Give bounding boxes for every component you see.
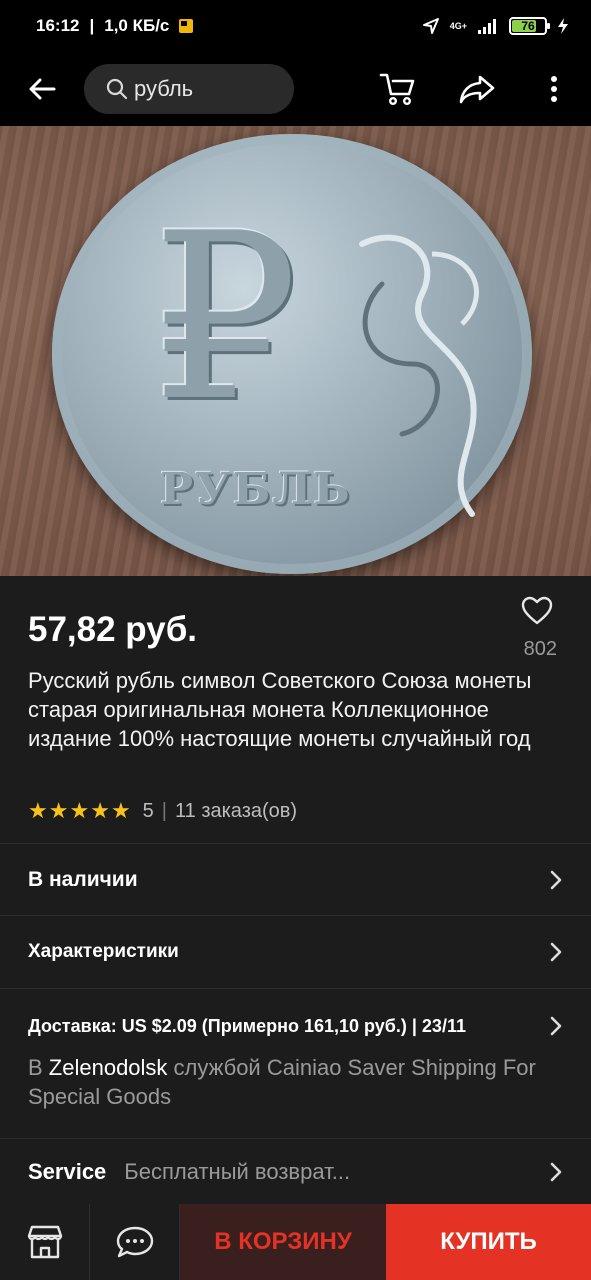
- delivery-summary: Доставка: US $2.09 (Примерно 161,10 руб.…: [28, 1015, 466, 1036]
- specs-row[interactable]: Характеристики: [0, 915, 591, 988]
- battery-level: 76: [521, 19, 535, 33]
- chat-button[interactable]: [90, 1204, 180, 1280]
- specs-label: Характеристики: [28, 941, 179, 962]
- cart-icon: [379, 73, 415, 106]
- signal-icon: [478, 19, 496, 34]
- back-button[interactable]: [0, 52, 84, 126]
- more-button[interactable]: [517, 52, 591, 126]
- status-bar: 16:12 | 1,0 КБ/с 4G+ 76: [0, 0, 591, 52]
- rating-value: 5: [142, 799, 154, 822]
- status-separator: |: [89, 16, 95, 35]
- star-icon: ★: [110, 798, 131, 823]
- product-page: 16:12 | 1,0 КБ/с 4G+ 76 рубль ₽ РУБЛЬ 57…: [0, 0, 591, 1280]
- store-icon: [27, 1225, 62, 1259]
- wishlist-count: 802: [523, 638, 557, 660]
- rating-stars: ★ ★ ★ ★ ★: [28, 798, 131, 824]
- star-icon: ★: [28, 798, 48, 823]
- service-label: Service: [28, 1158, 107, 1184]
- add-to-cart-button[interactable]: В КОРЗИНУ: [180, 1204, 386, 1280]
- chevron-right-icon: [550, 1162, 562, 1181]
- network-type: 4G+: [449, 20, 467, 31]
- product-price: 57,82 руб.: [28, 610, 198, 649]
- back-arrow-icon: [29, 78, 56, 100]
- share-icon: [459, 75, 495, 104]
- charging-icon: [558, 18, 568, 34]
- more-icon: [551, 76, 557, 102]
- star-icon: ★: [69, 798, 90, 823]
- heart-icon: [521, 596, 553, 625]
- star-icon: ★: [90, 798, 110, 823]
- rating-divider: |: [161, 799, 167, 822]
- product-title: Русский рубль символ Советского Союза мо…: [28, 668, 532, 751]
- notification-app-icon: [179, 19, 194, 33]
- delivery-city: Zelenodolsk: [48, 1055, 168, 1080]
- ruble-sign-image: ₽: [152, 185, 299, 452]
- chevron-right-icon: [550, 1016, 562, 1036]
- coin-ornament-image: [359, 234, 479, 517]
- status-time: 16:12: [36, 16, 80, 35]
- search-icon: [106, 78, 128, 100]
- rating-summary[interactable]: ★ ★ ★ ★ ★ 5 | 11 заказа(ов): [28, 798, 297, 824]
- chevron-right-icon: [550, 942, 562, 962]
- location-icon: [422, 18, 439, 34]
- search-input[interactable]: рубль: [84, 64, 294, 114]
- stock-label: В наличии: [28, 867, 138, 891]
- stock-row[interactable]: В наличии: [0, 843, 591, 915]
- service-value: Бесплатный возврат...: [124, 1158, 351, 1184]
- cart-button[interactable]: [357, 52, 437, 126]
- product-image[interactable]: ₽ РУБЛЬ: [0, 126, 591, 576]
- delivery-prefix: В: [28, 1055, 49, 1080]
- store-button[interactable]: [0, 1204, 90, 1280]
- chevron-right-icon: [550, 870, 562, 889]
- bottom-action-bar: В КОРЗИНУ КУПИТЬ: [0, 1204, 591, 1280]
- chat-icon: [116, 1226, 153, 1258]
- battery-icon: 76: [509, 17, 550, 35]
- status-speed: 1,0 КБ/с: [104, 16, 170, 35]
- share-button[interactable]: [437, 52, 517, 126]
- delivery-section[interactable]: Доставка: US $2.09 (Примерно 161,10 руб.…: [0, 988, 591, 1138]
- coin-image: ₽ РУБЛЬ: [52, 134, 532, 574]
- top-app-bar: рубль: [0, 52, 591, 126]
- search-query: рубль: [134, 76, 194, 101]
- star-icon: ★: [48, 798, 69, 823]
- orders-count: 11 заказа(ов): [175, 799, 298, 822]
- buy-now-button[interactable]: КУПИТЬ: [386, 1204, 591, 1280]
- service-row[interactable]: Service Бесплатный возврат...: [0, 1138, 591, 1204]
- delivery-details: В Zelenodolsk службой Cainiao Saver Ship…: [28, 1053, 563, 1111]
- wishlist-button[interactable]: [517, 596, 557, 626]
